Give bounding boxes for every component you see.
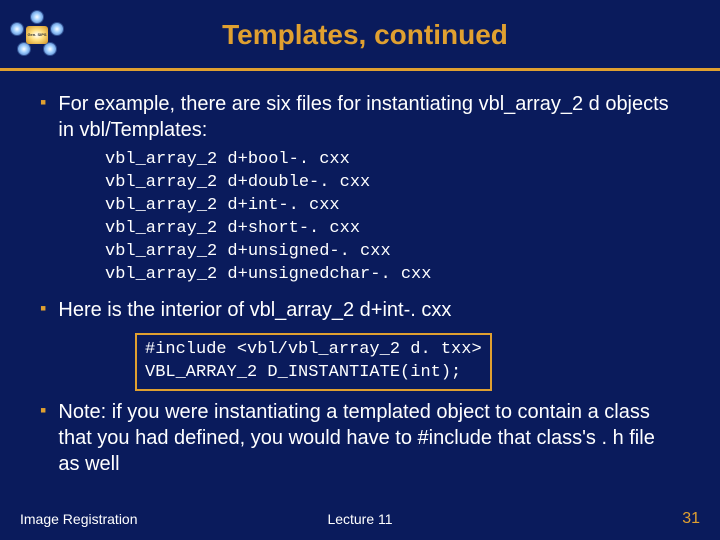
slide-footer: Image Registration Lecture 11 31 <box>0 510 720 528</box>
code-line: vbl_array_2 d+unsignedchar-. cxx <box>105 264 680 287</box>
logo: Gen. SIPS <box>10 10 70 60</box>
code-line: vbl_array_2 d+unsigned-. cxx <box>105 241 680 264</box>
slide-header: Gen. SIPS Templates, continued <box>0 0 720 71</box>
code-line: vbl_array_2 d+double-. cxx <box>105 172 680 195</box>
bullet-text: Here is the interior of vbl_array_2 d+in… <box>58 297 451 323</box>
footer-center: Lecture 11 <box>247 511 474 527</box>
code-line: VBL_ARRAY_2 D_INSTANTIATE(int); <box>145 362 482 385</box>
bullet-icon: ▪ <box>40 399 46 477</box>
bullet-icon: ▪ <box>40 91 46 143</box>
bullet-text: Note: if you were instantiating a templa… <box>58 399 680 477</box>
bullet-2: ▪ Here is the interior of vbl_array_2 d+… <box>40 297 680 323</box>
bullet-1: ▪ For example, there are six files for i… <box>40 91 680 143</box>
bullet-3: ▪ Note: if you were instantiating a temp… <box>40 399 680 477</box>
code-block-files: vbl_array_2 d+bool-. cxx vbl_array_2 d+d… <box>105 149 680 287</box>
slide-content: ▪ For example, there are six files for i… <box>0 71 720 477</box>
slide-number: 31 <box>473 510 700 528</box>
code-line: vbl_array_2 d+bool-. cxx <box>105 149 680 172</box>
logo-label: Gen. SIPS <box>26 26 48 44</box>
code-line: vbl_array_2 d+short-. cxx <box>105 218 680 241</box>
code-line: vbl_array_2 d+int-. cxx <box>105 195 680 218</box>
slide-title: Templates, continued <box>70 19 700 51</box>
bullet-text: For example, there are six files for ins… <box>58 91 680 143</box>
footer-left: Image Registration <box>20 511 247 527</box>
bullet-icon: ▪ <box>40 297 46 323</box>
code-line: #include <vbl/vbl_array_2 d. txx> <box>145 339 482 362</box>
code-block-interior: #include <vbl/vbl_array_2 d. txx> VBL_AR… <box>135 333 492 391</box>
